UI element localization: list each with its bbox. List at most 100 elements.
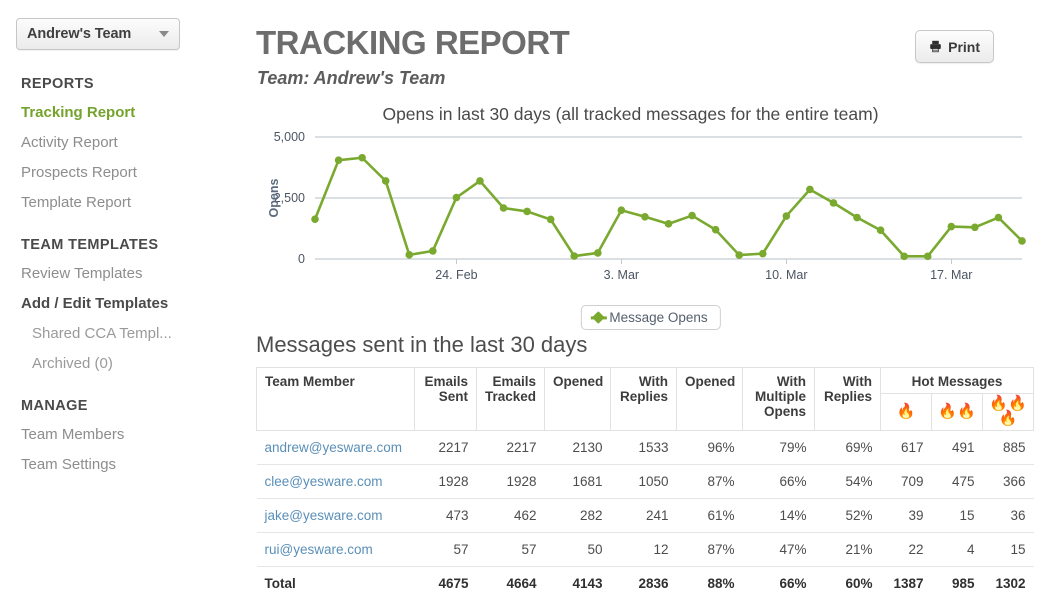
column-header-opened-pct[interactable]: Opened [676, 367, 743, 431]
table-total-row: Total 4675 4664 4143 2836 88% 66% 60% 1387 985 130… [256, 566, 1034, 600]
table-cell: 885 [982, 430, 1034, 465]
table-cell: 1681 [544, 464, 611, 499]
table-cell: 491 [931, 430, 983, 465]
sidebar-item-tracking-report[interactable]: Tracking Report [0, 104, 250, 121]
legend-marker-icon [591, 311, 605, 324]
total-label: Total [256, 566, 415, 600]
table-cell: 14% [742, 498, 815, 533]
column-header-flame-2-icon[interactable]: 🔥🔥 [931, 393, 983, 431]
table-cell: 1533 [610, 430, 677, 465]
page-subtitle: Team: Andrew's Team [257, 68, 446, 88]
table-cell: 617 [880, 430, 932, 465]
x-axis-tick-label: 24. Feb [435, 268, 477, 282]
table-row: rui@yesware.com 57 57 50 12 87% 47% 21% 22 4 15 [256, 532, 1034, 567]
column-header-with-replies-pct[interactable]: With Replies [814, 367, 881, 431]
chart-data-point [782, 212, 791, 220]
column-header-flame-1-icon[interactable]: 🔥 [880, 393, 932, 431]
chart-data-point [994, 213, 1003, 222]
table-cell: 1928 [414, 464, 477, 499]
table-cell: 4675 [414, 566, 477, 600]
table-cell: 79% [742, 430, 815, 465]
opens-chart-panel: Opens in last 30 days (all tracked messa… [250, 104, 1051, 330]
chart-legend-message-opens[interactable]: Message Opens [580, 305, 721, 330]
column-header-with-replies[interactable]: With Replies [610, 367, 677, 431]
chart-data-point [853, 213, 861, 222]
chart-data-point [523, 207, 531, 216]
sidebar-section: TEAM TEMPLATES Review Templates Add / Edit… [0, 237, 250, 372]
chart-data-point [711, 225, 720, 234]
sidebar-item-team-members[interactable]: Team Members [0, 426, 250, 443]
table-cell: 709 [880, 464, 932, 499]
table-cell: 4 [931, 532, 983, 567]
chart-legend-label: Message Opens [609, 310, 708, 325]
sidebar-item-team-settings[interactable]: Team Settings [0, 456, 250, 473]
x-axis-tick-label: 10. Mar [765, 268, 807, 282]
column-header-opened[interactable]: Opened [544, 367, 611, 431]
chart-plot-area: 0 2,500 5,000 Opens 24. Feb 3. Mar 10. Mar 17. … [250, 129, 1051, 289]
sidebar-item-archived-0[interactable]: Archived (0) [0, 355, 250, 372]
table-cell: 88% [676, 566, 743, 600]
column-header-emails-sent[interactable]: Emails Sent [414, 367, 477, 431]
team-member-link[interactable]: jake@yesware.com [256, 498, 415, 533]
table-cell: 4664 [476, 566, 545, 600]
x-axis-tick-label: 17. Mar [930, 268, 972, 282]
chart-data-point [405, 251, 414, 259]
chart-data-point [900, 252, 908, 261]
chart-data-point [923, 252, 932, 261]
table-cell: 282 [544, 498, 611, 533]
table-cell: 61% [676, 498, 743, 533]
chart-data-point [499, 204, 508, 212]
table-cell: 1302 [982, 566, 1034, 600]
table-cell: 2217 [476, 430, 545, 465]
sidebar-item-prospects-report[interactable]: Prospects Report [0, 164, 250, 181]
column-header-flame-3-icon[interactable]: 🔥🔥🔥 [981, 393, 1035, 431]
sidebar-item-shared-cca-templ[interactable]: Shared CCA Templ... [0, 325, 250, 342]
table-cell: 66% [742, 566, 815, 600]
table-cell: 39 [880, 498, 932, 533]
chart-data-point [664, 220, 673, 228]
column-header-with-multiple-opens[interactable]: With Multiple Opens [742, 367, 815, 431]
chart-data-point [971, 223, 979, 232]
table-cell: 47% [742, 532, 815, 567]
table-cell: 4143 [544, 566, 611, 600]
table-cell: 2217 [414, 430, 477, 465]
tracking-report-page: Andrew's Team REPORTS Tracking Report Acti… [0, 0, 1051, 616]
sidebar-item-activity-report[interactable]: Activity Report [0, 134, 250, 151]
team-member-link[interactable]: andrew@yesware.com [256, 430, 415, 465]
chart-data-point [735, 251, 743, 259]
column-header-emails-tracked[interactable]: Emails Tracked [476, 367, 545, 431]
chart-data-point [1018, 237, 1026, 245]
chart-data-point [358, 153, 366, 162]
column-header-team-member[interactable]: Team Member [256, 367, 415, 431]
table-cell: 69% [814, 430, 881, 465]
table-cell: 57 [476, 532, 545, 567]
table-row: andrew@yesware.com 2217 2217 2130 1533 96% 79%… [256, 430, 1034, 465]
table-cell: 36 [982, 498, 1034, 533]
team-member-link[interactable]: rui@yesware.com [256, 532, 415, 567]
y-axis-tick-label: 5,000 [274, 130, 305, 144]
team-member-link[interactable]: clee@yesware.com [256, 464, 415, 499]
sidebar-section: MANAGE Team Members Team Settings [0, 398, 250, 473]
chart-data-point [641, 212, 649, 221]
sidebar-section-heading: TEAM TEMPLATES [21, 237, 159, 253]
chart-data-point [829, 199, 838, 207]
chart-data-point [570, 252, 579, 260]
table-cell: 60% [814, 566, 881, 600]
table-cell: 96% [676, 430, 743, 465]
team-switcher-dropdown[interactable]: Andrew's Team [16, 18, 180, 50]
chart-data-point [334, 156, 343, 164]
chart-data-point [452, 193, 461, 202]
chart-data-point [594, 249, 602, 257]
sidebar-item-template-report[interactable]: Template Report [0, 194, 250, 211]
sidebar-item-add-edit-templates[interactable]: Add / Edit Templates [0, 295, 250, 312]
table-cell: 57 [414, 532, 477, 567]
table-cell: 462 [476, 498, 545, 533]
table-cell: 50 [544, 532, 611, 567]
chart-data-point [476, 177, 484, 185]
table-cell: 54% [814, 464, 881, 499]
sidebar-item-review-templates[interactable]: Review Templates [0, 265, 250, 282]
team-messages-table: Team Member Emails Sent Emails Tracked O… [256, 367, 1035, 600]
chart-data-point [311, 215, 319, 224]
print-button[interactable]: Print [915, 30, 994, 63]
table-row: jake@yesware.com 473 462 282 241 61% 14% 52% 39 1… [256, 498, 1034, 533]
